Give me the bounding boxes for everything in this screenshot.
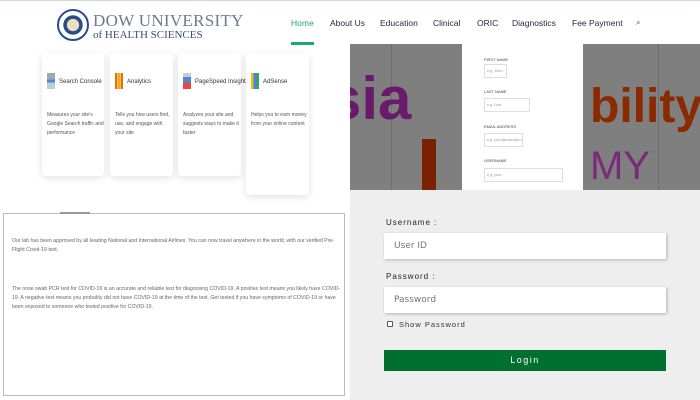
info-paragraph-2: The nose swab PCR test for COVID-19 is a… [12, 286, 341, 310]
card-adsense[interactable]: AdSense Helps you to earn money from you… [246, 53, 309, 195]
show-password-checkbox[interactable] [387, 321, 393, 327]
card-pagespeed-insights[interactable]: PageSpeed Insights Analyzes your site an… [178, 53, 249, 176]
tab-indicator [60, 212, 90, 214]
password-input[interactable] [384, 287, 666, 313]
search-console-icon [47, 73, 55, 89]
nav-education[interactable]: Education [380, 18, 418, 28]
card-description: Analyzes your site and suggests ways to … [183, 112, 239, 136]
last-name-label: LAST NAME [484, 89, 507, 94]
covid-test-info-panel: Our lab has been approved by all leading… [3, 213, 345, 396]
login-button[interactable]: Login [384, 350, 666, 371]
nav-clinical[interactable]: Clinical [433, 18, 460, 28]
adsense-icon [251, 73, 259, 89]
nav-diagnostics[interactable]: Diagnostics [512, 18, 556, 28]
tree-logo-graphic [422, 139, 436, 190]
card-description: Tells you how users find, use, and engag… [115, 112, 170, 136]
card-title: PageSpeed Insights [195, 79, 249, 85]
username-label: USERNAME [484, 158, 507, 163]
card-description: Measures your site's Google Search traff… [47, 112, 104, 136]
username-label: Username : [386, 218, 438, 227]
search-icon[interactable]: ⌕ [636, 18, 640, 28]
email-input[interactable]: e.g. john@example.com [484, 133, 523, 147]
nav-oric[interactable]: ORIC [477, 18, 498, 28]
logo-subtitle[interactable]: of HEALTH SCIENCES [93, 29, 203, 41]
card-description: Helps you to earn money from your online… [251, 112, 307, 127]
signup-background: sia bility MY FIRST NAME e.g. John LAST … [350, 44, 700, 190]
nav-about-us[interactable]: About Us [330, 18, 365, 28]
brand-text-right-2: MY [590, 144, 650, 188]
card-analytics[interactable]: Analytics Tells you how users find, use,… [110, 53, 173, 176]
brand-text-left: sia [350, 65, 412, 132]
login-panel: Username : Password : Show Password Logi… [350, 190, 700, 400]
email-label: EMAIL ADDRESS [484, 124, 517, 129]
first-name-label: FIRST NAME [484, 57, 509, 62]
card-search-console[interactable]: Search Console Measures your site's Goog… [42, 53, 104, 176]
logo-title[interactable]: DOW UNIVERSITY [93, 11, 244, 31]
username-input[interactable] [384, 233, 666, 259]
card-title: Search Console [59, 79, 102, 85]
first-name-input[interactable]: e.g. John [484, 64, 507, 78]
analytics-icon [115, 73, 123, 89]
card-title: Analytics [127, 79, 152, 85]
brand-text-right: bility [590, 80, 700, 133]
password-label: Password : [386, 272, 436, 281]
active-nav-indicator [291, 42, 314, 45]
site-header: DOW UNIVERSITY of HEALTH SCIENCES Home A… [0, 0, 700, 45]
nav-home[interactable]: Home [291, 18, 314, 28]
signup-form: FIRST NAME e.g. John LAST NAME e.g. Doe … [462, 44, 583, 190]
username-input[interactable]: e.g. jdoe [484, 168, 563, 182]
nav-fee-payment[interactable]: Fee Payment [572, 18, 623, 28]
pagespeed-icon [183, 73, 191, 89]
show-password-label[interactable]: Show Password [399, 320, 466, 329]
last-name-input[interactable]: e.g. Doe [484, 98, 530, 112]
university-seal-logo[interactable] [57, 9, 89, 41]
info-paragraph-1: Our lab has been approved by all leading… [12, 238, 335, 253]
card-title: AdSense [263, 79, 288, 85]
